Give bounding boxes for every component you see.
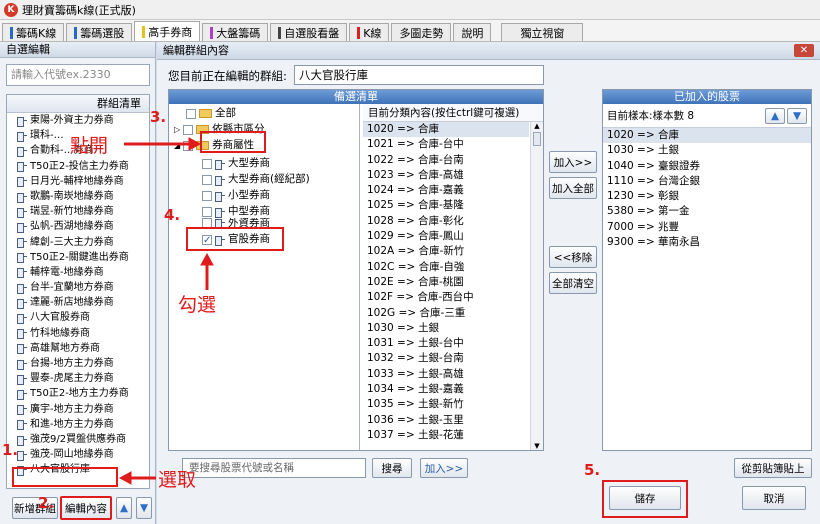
arrow-head-left [118, 471, 132, 485]
annotation-arrows [118, 137, 214, 485]
arrow-head-up [200, 252, 214, 266]
arrow-head-right [188, 137, 202, 151]
